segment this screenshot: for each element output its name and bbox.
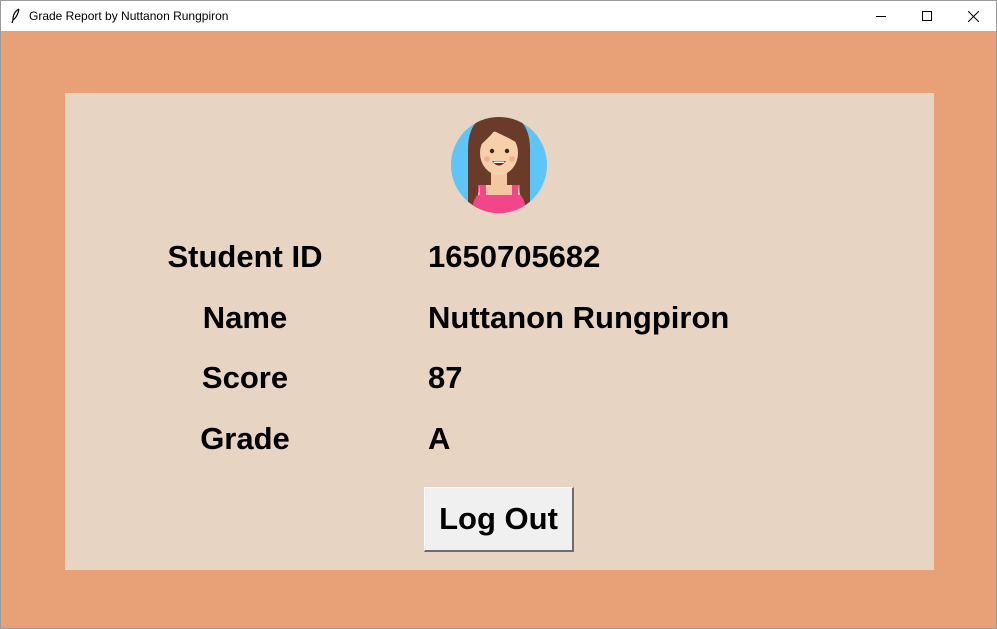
student-id-label: Student ID xyxy=(167,239,323,274)
feather-icon xyxy=(9,8,23,24)
grade-value: A xyxy=(428,421,451,456)
student-avatar xyxy=(451,117,547,213)
minimize-button[interactable] xyxy=(858,1,904,31)
close-icon xyxy=(967,10,979,22)
minimize-icon xyxy=(876,16,886,17)
report-panel: Student ID 1650705682 Name Nuttanon Rung… xyxy=(65,93,934,570)
logout-button[interactable]: Log Out xyxy=(424,487,574,552)
maximize-icon xyxy=(922,11,932,21)
student-id-value: 1650705682 xyxy=(428,239,601,274)
close-button[interactable] xyxy=(950,1,996,31)
window-controls xyxy=(858,1,996,31)
score-value: 87 xyxy=(428,360,463,395)
name-label: Name xyxy=(202,300,288,335)
app-window: Grade Report by Nuttanon Rungpiron Stude… xyxy=(0,0,997,629)
name-value: Nuttanon Rungpiron xyxy=(428,300,730,335)
grade-label: Grade xyxy=(200,421,290,456)
maximize-button[interactable] xyxy=(904,1,950,31)
score-label: Score xyxy=(201,360,289,395)
window-title: Grade Report by Nuttanon Rungpiron xyxy=(29,9,229,23)
title-bar[interactable]: Grade Report by Nuttanon Rungpiron xyxy=(1,1,996,31)
